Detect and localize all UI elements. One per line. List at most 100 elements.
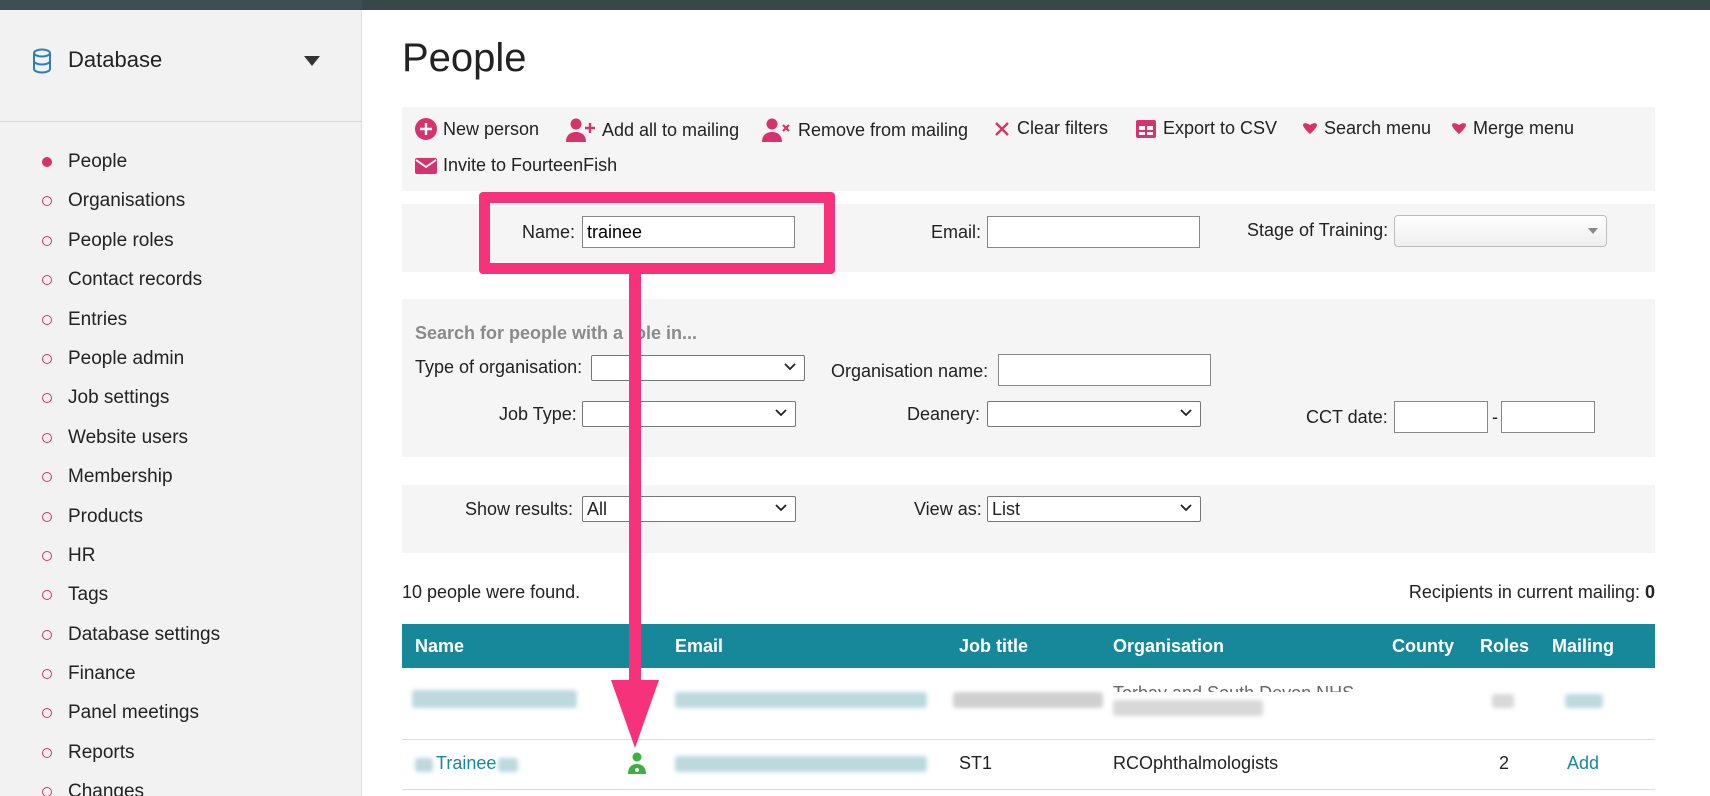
clear-label: Clear filters [1017,118,1109,138]
sidebar-item-label: Website users [68,426,189,448]
bullet-icon [42,314,52,325]
column-header-county[interactable]: County [1392,636,1454,657]
sidebar-item-tags[interactable]: Tags [0,583,220,622]
bullet-icon [42,629,52,640]
redacted-email [675,756,927,772]
view-as-label: View as: [914,499,982,519]
bullet-icon [42,432,52,443]
remove-label: Remove from mailing [798,119,969,140]
column-header-job-title[interactable]: Job title [959,636,1028,657]
sidebar-item-organisations[interactable]: Organisations [0,189,220,228]
results-count: 10 people were found. [402,582,581,602]
new-person-button[interactable]: New person [415,118,539,140]
bullet-icon [42,472,52,483]
column-header-email[interactable]: Email [675,636,723,657]
remove-from-mailing-button[interactable]: Remove from mailing [762,118,968,142]
show-results-select[interactable]: All [582,496,796,522]
heart-caret-icon [1303,122,1317,134]
bullet-icon [42,550,52,561]
sidebar-item-people[interactable]: People [0,150,220,189]
chevron-down-icon [784,363,796,371]
cct-date-to-input[interactable] [1501,401,1595,433]
column-header-name[interactable]: Name [415,636,464,657]
sidebar-item-entries[interactable]: Entries [0,308,220,347]
close-icon [995,121,1009,136]
add-all-to-mailing-button[interactable]: Add all to mailing [566,118,739,142]
chevron-down-icon [775,409,787,417]
bullet-icon [42,708,52,719]
bullet-icon [42,393,52,404]
sidebar-item-hr[interactable]: HR [0,544,220,583]
sidebar-item-label: People admin [68,347,185,369]
recipients-label: Recipients in current mailing: [1408,582,1640,602]
bullet-icon [42,787,52,796]
sidebar-item-products[interactable]: Products [0,505,220,544]
sidebar-item-website-users[interactable]: Website users [0,426,220,465]
sidebar-item-membership[interactable]: Membership [0,465,220,504]
job-type-select[interactable] [582,401,796,427]
sidebar-item-label: Membership [68,466,173,488]
sidebar-item-label: Panel meetings [68,702,199,724]
sidebar-item-label: Database settings [68,623,221,645]
results-table: Name Email Job title Organisation County… [402,624,1655,790]
stage-of-training-select[interactable] [1394,215,1607,247]
sidebar-item-changes[interactable]: Changes [0,780,220,796]
view-as-select[interactable]: List [987,496,1201,522]
add-to-mailing-link[interactable]: Add [1567,753,1599,774]
organisation-name-input[interactable] [998,354,1211,386]
heart-caret-icon [1452,122,1466,134]
merge-menu-label: Merge menu [1473,118,1575,138]
sidebar-item-people-admin[interactable]: People admin [0,347,220,386]
search-menu-button[interactable]: Search menu [1302,118,1431,139]
column-header-organisation[interactable]: Organisation [1113,636,1224,657]
roles-cell: 2 [1499,753,1510,773]
export-csv-button[interactable]: Export to CSV [1135,118,1277,139]
sidebar-item-label: People roles [68,229,174,251]
recipients-count: Recipients in current mailing: 0 [1409,582,1655,603]
sidebar-item-finance[interactable]: Finance [0,662,220,701]
annotation-highlight-box [479,192,835,274]
redacted-first-name [415,758,433,772]
person-name-link[interactable]: Trainee [436,753,496,774]
stage-of-training-label: Stage of Training: [1247,220,1389,240]
column-header-roles[interactable]: Roles [1480,636,1529,657]
type-of-organisation-select[interactable] [591,355,805,381]
bullet-icon [42,590,52,601]
sidebar-item-label: Finance [68,663,136,685]
invite-fourteenfish-button[interactable]: Invite to FourteenFish [415,155,617,176]
chevron-down-icon [1588,228,1598,234]
recipients-value: 0 [1644,582,1655,602]
role-search-heading: Search for people with a role in... [415,323,698,343]
redacted-organisation [1113,700,1263,716]
column-header-mailing[interactable]: Mailing [1552,636,1614,657]
sidebar-section-label: Database [68,47,163,72]
sidebar-item-people-roles[interactable]: People roles [0,229,220,268]
clear-filters-button[interactable]: Clear filters [993,118,1108,139]
sidebar-item-label: Reports [68,741,135,763]
redacted-last-name [498,758,518,772]
chevron-down-icon [1180,409,1192,417]
sidebar-section-header[interactable]: Database [0,10,362,122]
type-of-organisation-label: Type of organisation: [415,357,583,377]
cct-date-label: CCT date: [1306,407,1388,427]
sidebar-item-contact-records[interactable]: Contact records [0,268,220,307]
sidebar-item-database-settings[interactable]: Database settings [0,623,220,662]
organisation-cell: RCOphthalmologists [1113,753,1279,773]
cct-date-separator: - [1492,407,1498,427]
deanery-select[interactable] [987,401,1201,427]
sidebar-item-label: Organisations [68,190,186,212]
table-icon [1136,119,1156,138]
merge-menu-button[interactable]: Merge menu [1451,118,1574,139]
chevron-down-icon[interactable] [304,56,320,66]
sidebar-item-panel-meetings[interactable]: Panel meetings [0,701,220,740]
organisation-cell: Torbay and South Devon NHS [1113,678,1358,692]
sidebar-item-job-settings[interactable]: Job settings [0,386,220,425]
email-input[interactable] [987,216,1200,248]
cct-date-from-input[interactable] [1394,401,1488,433]
email-label: Email: [931,222,982,242]
export-label: Export to CSV [1163,118,1278,138]
search-menu-label: Search menu [1324,118,1432,138]
top-bar [0,0,1710,10]
sidebar-item-reports[interactable]: Reports [0,741,220,780]
bullet-icon [42,157,52,167]
